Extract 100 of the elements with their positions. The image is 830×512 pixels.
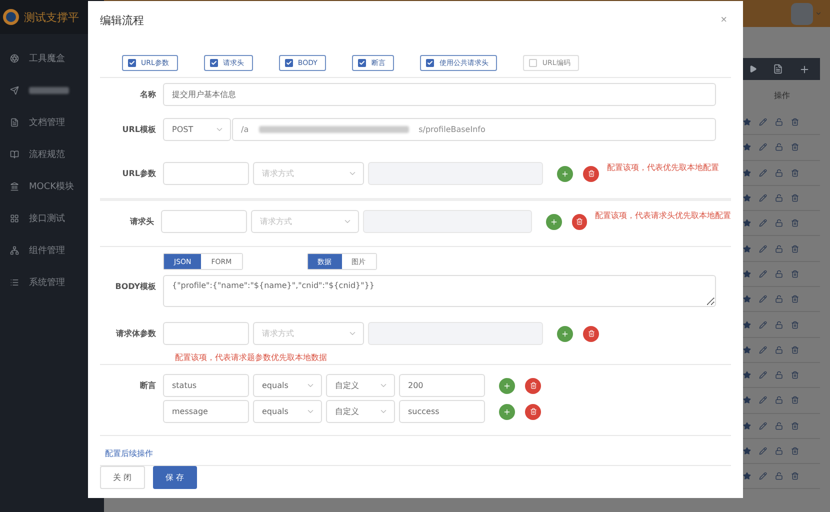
document-icon[interactable] [773,64,783,74]
sidebar-item[interactable]: 文档管理 [0,106,104,138]
pencil-icon[interactable] [759,320,767,329]
lock-icon[interactable] [775,118,783,126]
star-icon[interactable] [743,244,751,253]
delete-button[interactable] [583,326,599,342]
lock-icon[interactable] [775,244,783,253]
pencil-icon[interactable] [759,346,767,354]
lock-icon[interactable] [775,371,783,380]
field-input[interactable]: status [163,374,249,397]
pencil-icon[interactable] [759,118,767,126]
star-icon[interactable] [743,472,751,480]
pencil-icon[interactable] [759,295,767,304]
delete-button[interactable] [525,378,541,394]
star-icon[interactable] [743,295,751,304]
trash-icon[interactable] [791,194,799,202]
pencil-icon[interactable] [759,143,767,152]
star-icon[interactable] [743,346,751,354]
trash-icon[interactable] [791,219,799,228]
star-icon[interactable] [743,219,751,228]
trash-icon[interactable] [791,422,799,430]
add-button[interactable] [499,404,515,420]
lock-icon[interactable] [775,194,783,202]
lock-icon[interactable] [775,320,783,329]
star-icon[interactable] [743,143,751,152]
add-button[interactable] [499,378,515,394]
star-icon[interactable] [743,371,751,380]
trash-icon[interactable] [791,472,799,480]
lock-icon[interactable] [775,472,783,480]
sidebar-item[interactable]: 接口测试 [0,202,104,234]
add-button[interactable] [546,214,562,230]
delete-button[interactable] [583,166,599,182]
pencil-icon[interactable] [759,447,767,455]
delete-button[interactable] [525,404,541,420]
pencil-icon[interactable] [759,270,767,278]
sidebar-item[interactable]: 工具魔盒 [0,42,104,74]
trash-icon[interactable] [791,143,799,152]
sidebar-item[interactable]: 系统管理 [0,266,104,298]
field-input[interactable]: message [163,400,249,423]
close-button[interactable]: 关 闭 [100,466,145,489]
pencil-icon[interactable] [759,219,767,228]
trash-icon[interactable] [791,371,799,380]
lock-icon[interactable] [775,346,783,354]
star-icon[interactable] [743,447,751,455]
sidebar-item[interactable]: 组件管理 [0,234,104,266]
star-icon[interactable] [743,118,751,126]
lock-icon[interactable] [775,219,783,228]
trash-icon[interactable] [791,118,799,126]
body-textarea[interactable]: {"profile":{"name":"${name}","cnid":"${cnid}"}} [163,275,716,307]
operator-select[interactable]: equals [253,400,322,423]
trash-icon [588,170,594,177]
trash-icon[interactable] [791,320,799,329]
lock-icon[interactable] [775,447,783,455]
lock-icon[interactable] [775,143,783,152]
lock-icon[interactable] [775,396,783,404]
lock-icon[interactable] [775,422,783,430]
delete-button[interactable] [572,214,587,230]
trash-icon[interactable] [791,396,799,404]
trash-icon[interactable] [791,168,799,177]
add-button[interactable] [557,166,573,182]
add-button[interactable] [557,326,573,342]
trash-icon[interactable] [791,346,799,354]
source-select[interactable]: 自定义 [326,400,395,423]
pencil-icon[interactable] [759,168,767,177]
close-button[interactable]: × [716,14,731,26]
expected-input[interactable]: success [399,400,485,423]
sidebar-item[interactable]: MOCK模块 [0,170,104,202]
pencil-icon[interactable] [759,396,767,404]
source-select[interactable]: 自定义 [326,374,395,397]
star-icon[interactable] [743,320,751,329]
key-input[interactable] [161,210,248,233]
star-icon[interactable] [743,194,751,202]
star-icon[interactable] [743,396,751,404]
url-input[interactable]: /a s/profileBaseInfo [232,118,716,141]
star-icon[interactable] [743,270,751,278]
star-icon[interactable] [743,168,751,177]
trash-icon[interactable] [791,270,799,278]
pencil-icon[interactable] [759,194,767,202]
lock-icon[interactable] [775,295,783,304]
lock-icon[interactable] [775,168,783,177]
lock-icon[interactable] [775,270,783,278]
pencil-icon[interactable] [759,244,767,253]
operator-select[interactable]: equals [253,374,322,397]
pencil-icon[interactable] [759,371,767,380]
save-button[interactable]: 保 存 [152,466,198,489]
trash-icon[interactable] [791,447,799,455]
plus-icon[interactable] [799,64,810,74]
expected-input[interactable]: 200 [399,374,485,397]
key-input[interactable] [163,322,249,345]
name-input[interactable]: 提交用户基本信息 [163,83,716,106]
play-icon[interactable] [749,65,757,73]
key-input[interactable] [163,162,249,185]
sidebar-item[interactable]: 流程规范 [0,138,104,170]
pencil-icon[interactable] [759,472,767,480]
followup-link[interactable]: 配置后续操作 [105,448,153,459]
pencil-icon[interactable] [759,422,767,430]
method-select[interactable]: POST [163,118,231,141]
trash-icon[interactable] [791,295,799,304]
trash-icon[interactable] [791,244,799,253]
star-icon[interactable] [743,422,751,430]
